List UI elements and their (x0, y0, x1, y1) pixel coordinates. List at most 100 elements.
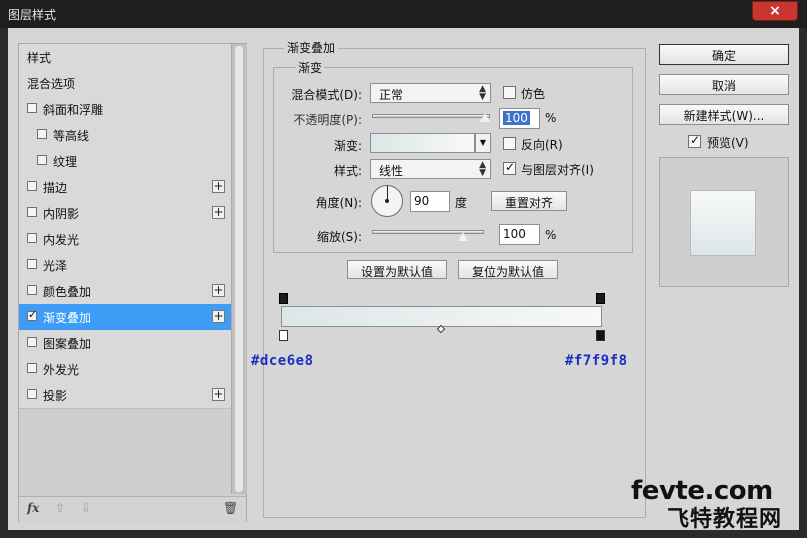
fx-icon[interactable]: fx (27, 501, 39, 515)
style-list-label: 图案叠加 (43, 337, 92, 351)
color-stop-right[interactable] (596, 330, 605, 341)
reverse-checkbox[interactable] (503, 137, 516, 150)
gradient-style-select[interactable]: 线性 ▲ ▼ (370, 159, 491, 179)
style-list-label: 斜面和浮雕 (43, 103, 104, 117)
style-list-checkbox[interactable] (37, 155, 47, 165)
style-list-checkbox[interactable] (27, 207, 37, 217)
scale-input[interactable]: 100 (499, 224, 540, 245)
right-color-hex: #f7f9f8 (565, 353, 628, 369)
gradient-dropdown-arrow-icon[interactable]: ▼ (475, 133, 491, 153)
style-list-item[interactable]: 纹理 (19, 148, 231, 175)
move-down-icon[interactable]: ⇩ (81, 501, 91, 515)
watermark-name: 飞特教程网 (667, 507, 783, 532)
style-list-label: 外发光 (43, 363, 80, 377)
style-list-checkbox[interactable] (27, 259, 37, 269)
reset-default-button[interactable]: 复位为默认值 (458, 260, 558, 279)
style-list-scrollbar[interactable] (231, 44, 247, 494)
new-style-button[interactable]: 新建样式(W)... (659, 104, 789, 125)
style-list-label: 混合选项 (27, 77, 76, 91)
style-list-item[interactable]: 描边 + (19, 174, 231, 201)
style-list-item[interactable]: 光泽 (19, 252, 231, 279)
plus-icon[interactable]: + (212, 310, 225, 323)
style-list-item[interactable]: 颜色叠加 + (19, 278, 231, 305)
style-list-item[interactable]: 斜面和浮雕 (19, 96, 231, 123)
angle-dial[interactable] (371, 185, 403, 217)
color-stop-left[interactable] (279, 330, 288, 341)
style-list-label: 颜色叠加 (43, 285, 92, 299)
reset-alignment-button[interactable]: 重置对齐 (491, 191, 567, 211)
style-list-label: 光泽 (43, 259, 68, 273)
style-list-item[interactable]: 图案叠加 (19, 330, 231, 357)
style-list-item[interactable]: 内发光 (19, 226, 231, 253)
opacity-label: 不透明度(P): (293, 113, 362, 127)
reverse-label: 反向(R) (521, 138, 563, 152)
left-color-hex: #dce6e8 (251, 353, 314, 369)
opacity-slider-thumb[interactable] (480, 113, 490, 122)
opacity-slider[interactable] (372, 114, 490, 118)
scale-unit: % (545, 228, 557, 242)
dither-checkbox[interactable] (503, 86, 516, 99)
updown-arrow-icon: ▲ ▼ (479, 160, 486, 178)
make-default-button[interactable]: 设置为默认值 (347, 260, 447, 279)
align-with-layer-checkbox[interactable] (503, 160, 516, 175)
window-title: 图层样式 (8, 8, 57, 22)
style-list-item[interactable]: 内阴影 + (19, 200, 231, 227)
preview-swatch (690, 190, 756, 256)
angle-label: 角度(N): (315, 196, 362, 210)
angle-input[interactable]: 90 (410, 191, 450, 212)
style-list-item[interactable]: 样式 (19, 44, 231, 71)
plus-icon[interactable]: + (212, 388, 225, 401)
opacity-input[interactable]: 100 (499, 108, 540, 129)
style-list-label: 描边 (43, 181, 68, 195)
style-list-label: 等高线 (53, 129, 90, 143)
scale-slider-thumb[interactable] (457, 232, 468, 241)
move-up-icon[interactable]: ⇧ (55, 501, 65, 515)
style-list-checkbox[interactable] (27, 337, 37, 347)
plus-icon[interactable]: + (212, 206, 225, 219)
style-list-item[interactable]: 渐变叠加 + (19, 304, 231, 331)
gradient-picker[interactable] (370, 133, 475, 153)
blend-mode-value: 正常 (379, 88, 404, 102)
angle-dial-center (385, 199, 389, 203)
trash-icon[interactable]: 🗑 (223, 501, 238, 515)
style-list-label: 内阴影 (43, 207, 80, 221)
style-list-item[interactable]: 外发光 (19, 356, 231, 383)
dither-label: 仿色 (521, 87, 546, 101)
style-list-item[interactable]: 投影 + (19, 382, 231, 409)
style-list-checkbox[interactable] (27, 233, 37, 243)
style-list-label: 渐变叠加 (43, 311, 92, 325)
updown-arrow-icon: ▲ ▼ (479, 84, 486, 102)
ok-button[interactable]: 确定 (659, 44, 789, 65)
gradient-style-value: 线性 (379, 164, 404, 178)
style-list-label: 纹理 (53, 155, 78, 169)
style-list-item[interactable]: 等高线 (19, 122, 231, 149)
blend-mode-select[interactable]: 正常 ▲ ▼ (370, 83, 491, 103)
style-list-label: 投影 (43, 389, 68, 403)
preview-checkbox[interactable] (688, 133, 701, 148)
style-list: 样式混合选项斜面和浮雕等高线纹理描边 + 内阴影 + 内发光光泽颜色叠加 + 渐变叠加 + 图案… (18, 43, 247, 522)
style-list-checkbox[interactable] (37, 129, 47, 139)
style-list-checkbox[interactable] (27, 363, 37, 373)
title-bar (0, 0, 807, 28)
align-with-layer-label: 与图层对齐(I) (521, 163, 594, 177)
opacity-stop-right[interactable] (596, 293, 605, 304)
scale-label: 缩放(S): (316, 230, 362, 244)
preview-label: 预览(V) (707, 136, 749, 150)
gradient-label: 渐变: (333, 139, 362, 153)
group-title: 渐变叠加 (284, 39, 339, 56)
style-list-checkbox[interactable] (27, 308, 37, 321)
plus-icon[interactable]: + (212, 284, 225, 297)
scrollbar-thumb[interactable] (235, 46, 243, 492)
cancel-button[interactable]: 取消 (659, 74, 789, 95)
style-list-checkbox[interactable] (27, 285, 37, 295)
style-list-checkbox[interactable] (27, 389, 37, 399)
close-icon: × (769, 3, 781, 19)
style-list-checkbox[interactable] (27, 181, 37, 191)
style-list-toolbar: fx ⇧ ⇩ 🗑 (19, 496, 246, 522)
style-list-checkbox[interactable] (27, 103, 37, 113)
subgroup-title: 渐变 (296, 59, 325, 76)
plus-icon[interactable]: + (212, 180, 225, 193)
style-list-item[interactable]: 混合选项 (19, 70, 231, 97)
close-button[interactable]: × (752, 1, 798, 21)
opacity-stop-left[interactable] (279, 293, 288, 304)
